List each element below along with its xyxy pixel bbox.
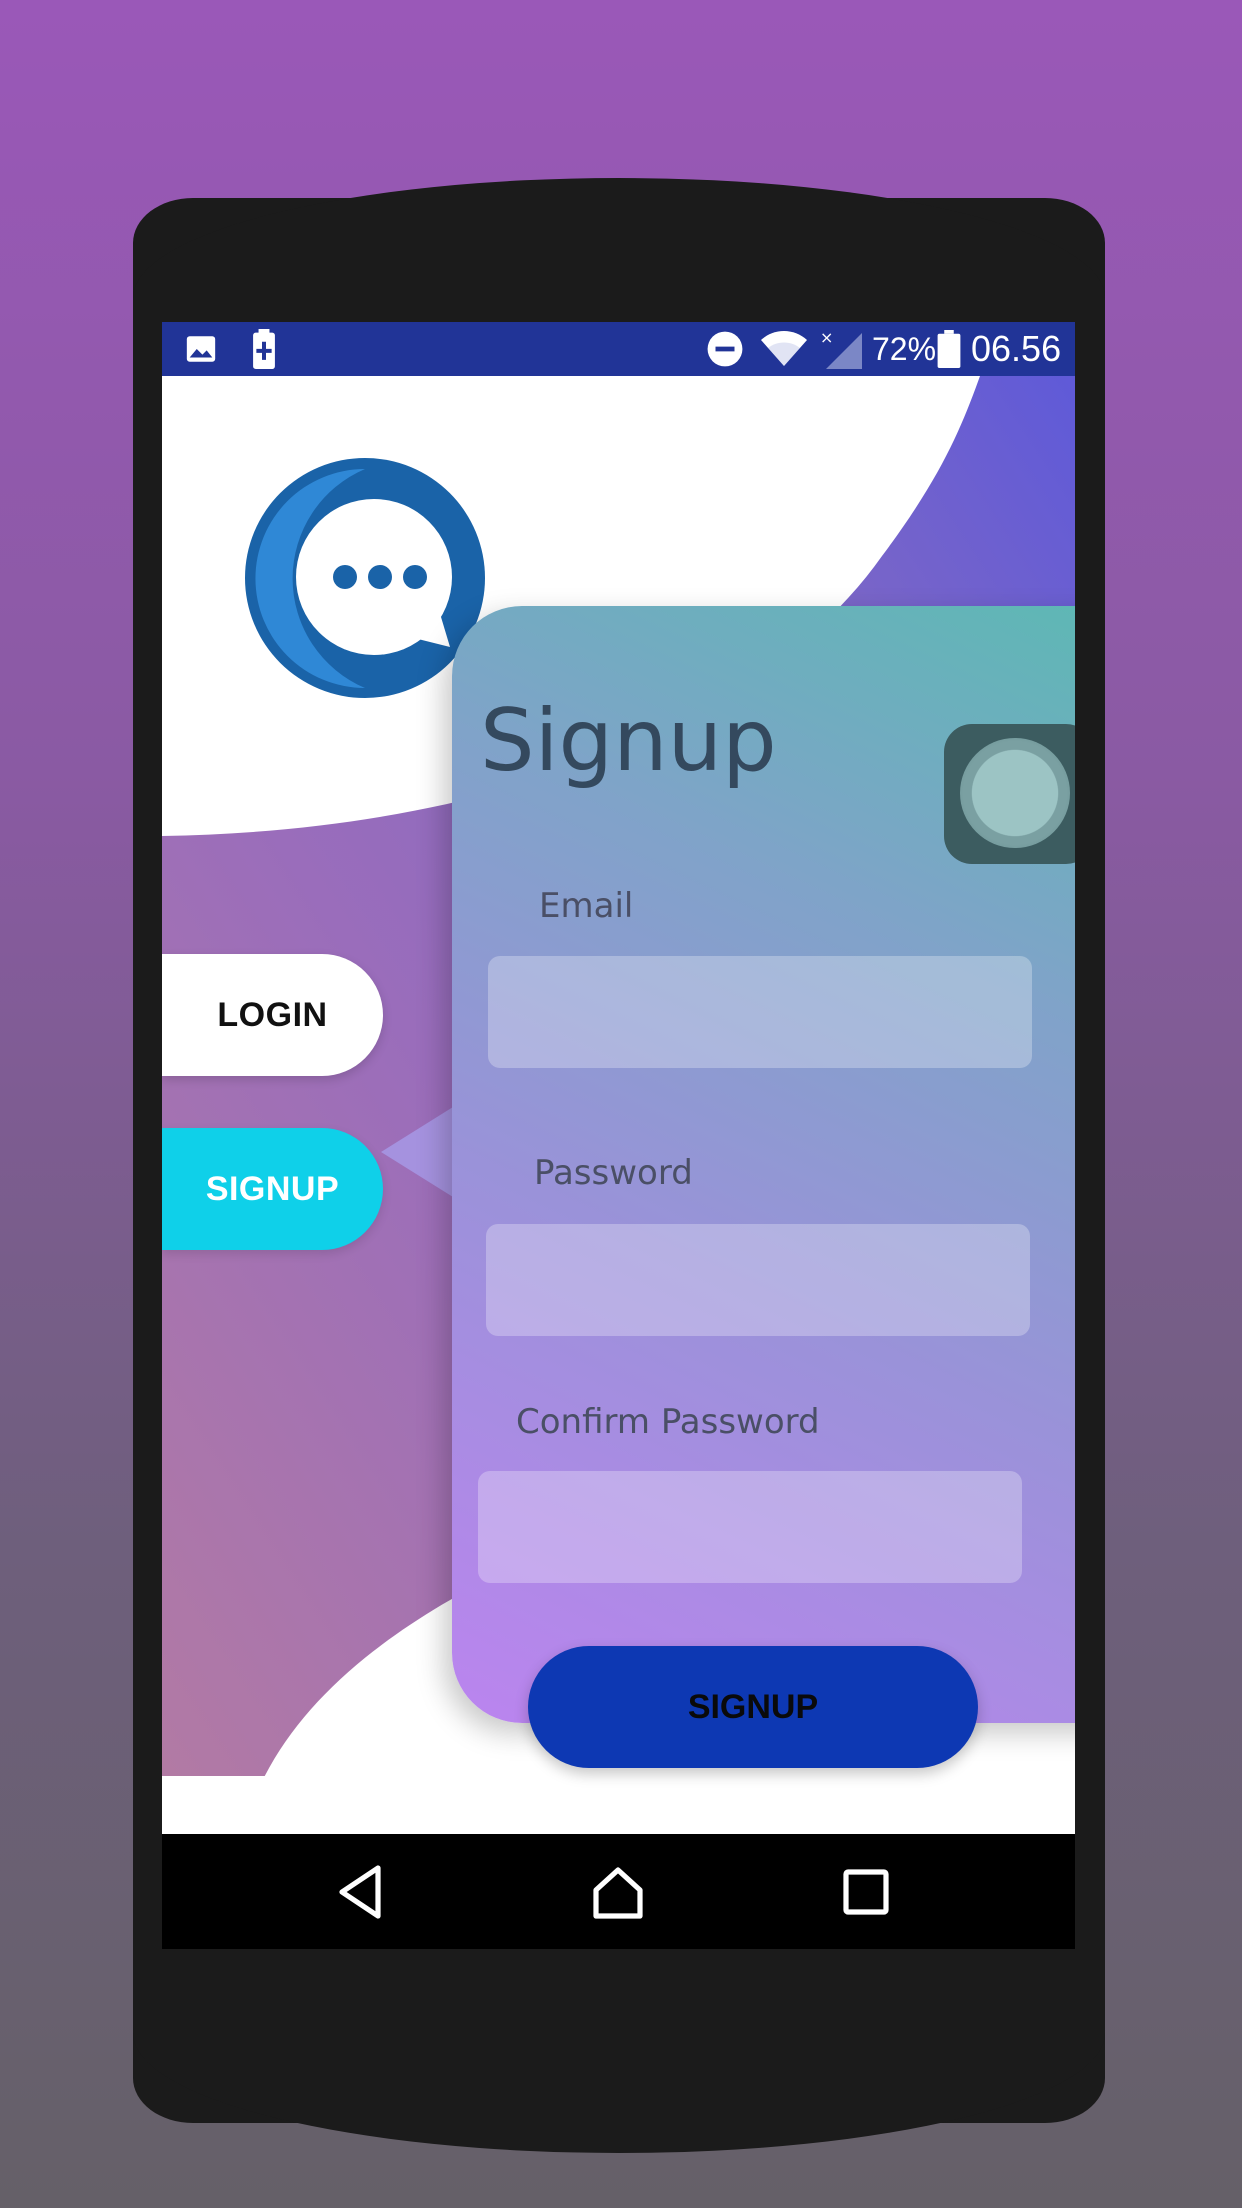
active-tab-pointer	[381, 1107, 453, 1197]
assistive-touch-button[interactable]	[944, 724, 1075, 864]
email-field[interactable]	[488, 956, 1032, 1068]
chat-bubble-logo	[245, 458, 485, 698]
status-bar: × 72% 06.56	[162, 322, 1075, 376]
form-title: Signup	[480, 691, 777, 791]
signal-icon: ×	[820, 322, 862, 376]
clock: 06.56	[971, 328, 1062, 369]
back-icon	[339, 1864, 381, 1919]
app-screen: × 72% 06.56 LOGIN SIGNUP Signup Email Pa…	[162, 322, 1075, 1949]
do-not-disturb-icon	[706, 322, 744, 376]
password-label: Password	[534, 1153, 693, 1193]
assistive-touch-icon	[960, 738, 1070, 848]
confirm-password-label: Confirm Password	[516, 1402, 820, 1442]
confirm-password-field[interactable]	[478, 1471, 1022, 1583]
home-icon	[593, 1866, 643, 1919]
email-label: Email	[539, 886, 634, 926]
recents-icon	[843, 1868, 889, 1915]
svg-text:×: ×	[820, 329, 833, 347]
battery-icon	[937, 322, 961, 376]
recents-button[interactable]	[806, 1834, 926, 1949]
signup-submit-button[interactable]: SIGNUP	[528, 1646, 978, 1768]
signup-tab[interactable]: SIGNUP	[162, 1128, 383, 1250]
back-button[interactable]	[302, 1834, 422, 1949]
signup-card: Signup Email Password Confirm Password	[452, 606, 1075, 1723]
home-button[interactable]	[558, 1834, 678, 1949]
battery-percent: 72%	[872, 330, 937, 367]
navigation-bar	[162, 1834, 1075, 1949]
image-icon	[184, 322, 218, 376]
password-field[interactable]	[486, 1224, 1030, 1336]
wifi-icon	[760, 322, 808, 376]
login-tab[interactable]: LOGIN	[162, 954, 383, 1076]
battery-saver-icon	[250, 322, 278, 376]
